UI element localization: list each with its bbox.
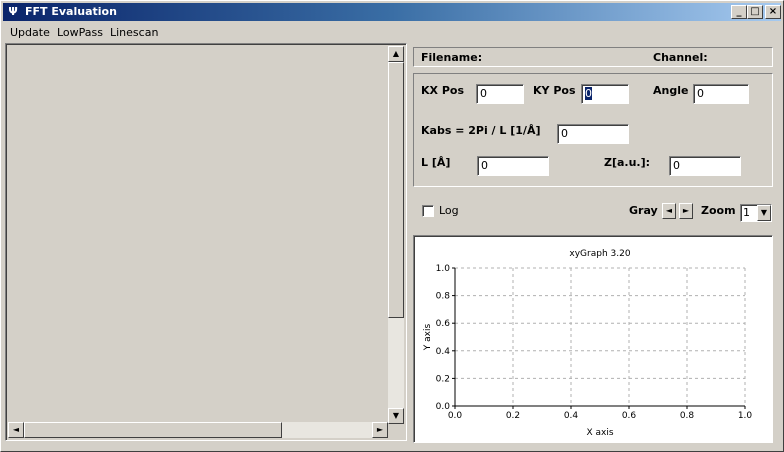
horizontal-scrollbar[interactable]: ◄ ►: [8, 422, 388, 438]
maximize-button[interactable]: □: [747, 5, 763, 19]
y-tick-label: 1.0: [436, 264, 451, 274]
horizontal-scroll-thumb[interactable]: [24, 422, 282, 438]
gray-label: Gray: [629, 204, 658, 217]
scroll-up-button[interactable]: ▲: [388, 46, 404, 62]
menu-bar: Update LowPass Linescan: [3, 23, 781, 41]
gray-decrease-button[interactable]: ◄: [662, 203, 676, 219]
app-icon: Ψ: [8, 5, 18, 18]
menu-lowpass[interactable]: LowPass: [57, 26, 103, 39]
parameters-group: KX Pos 0 KY Pos 0 Angle 0 Kabs = 2Pi / L…: [413, 73, 773, 187]
x-tick-label: 0.2: [506, 411, 520, 421]
x-axis-label: X axis: [586, 428, 613, 438]
title-bar[interactable]: Ψ FFT Evaluation _ □ ×: [3, 3, 781, 21]
y-tick-label: 0.4: [436, 347, 451, 357]
chart-title: xyGraph 3.20: [569, 249, 630, 259]
angle-label: Angle: [653, 84, 689, 97]
zoom-select[interactable]: 1 ▼: [740, 204, 772, 222]
z-field[interactable]: 0: [669, 156, 741, 176]
x-tick-label: 1.0: [738, 411, 753, 421]
chart-svg: 0.0 0.2 0.4 0.6 0.8 1.0 0.0 0.2 0.4 0.6 0.8 1.0 xyGr…: [423, 249, 753, 438]
angle-field[interactable]: 0: [693, 84, 749, 104]
kx-pos-label: KX Pos: [421, 84, 465, 97]
y-tick-label: 0.8: [436, 292, 451, 302]
scroll-down-button[interactable]: ▼: [388, 408, 404, 424]
filename-label: Filename:: [421, 51, 483, 64]
vertical-scroll-thumb[interactable]: [388, 62, 404, 318]
l-field[interactable]: 0: [477, 156, 549, 176]
close-button[interactable]: ×: [765, 5, 781, 19]
kx-pos-field[interactable]: 0: [476, 84, 524, 104]
minimize-button[interactable]: _: [731, 5, 747, 19]
window-title: FFT Evaluation: [25, 5, 117, 18]
xy-graph[interactable]: 0.0 0.2 0.4 0.6 0.8 1.0 0.0 0.2 0.4 0.6 0.8 1.0 xyGr…: [413, 235, 773, 443]
gray-increase-button[interactable]: ►: [679, 203, 693, 219]
ky-pos-field[interactable]: 0: [581, 84, 629, 104]
menu-update[interactable]: Update: [10, 26, 50, 39]
y-axis-label: Y axis: [423, 323, 433, 351]
x-tick-label: 0.0: [448, 411, 463, 421]
menu-linescan[interactable]: Linescan: [110, 26, 158, 39]
scroll-left-button[interactable]: ◄: [8, 422, 24, 438]
x-tick-label: 0.4: [564, 411, 579, 421]
x-tick-label: 0.6: [622, 411, 637, 421]
log-label: Log: [439, 204, 459, 217]
ky-pos-value: 0: [585, 87, 592, 100]
scroll-right-button[interactable]: ►: [372, 422, 388, 438]
ky-pos-label: KY Pos: [533, 84, 576, 97]
zoom-value: 1: [743, 206, 750, 219]
fft-evaluation-window: Ψ FFT Evaluation _ □ × Update LowPass Li…: [0, 0, 784, 452]
x-tick-label: 0.8: [680, 411, 695, 421]
file-info-bar: Filename: Channel:: [413, 47, 773, 67]
zoom-label: Zoom: [701, 204, 736, 217]
y-tick-label: 0.0: [436, 402, 451, 412]
kabs-label: Kabs = 2Pi / L [1/Å]: [421, 124, 541, 137]
log-checkbox[interactable]: [422, 205, 434, 217]
y-tick-label: 0.6: [436, 319, 451, 329]
vertical-scrollbar[interactable]: ▲ ▼: [388, 46, 404, 424]
y-tick-label: 0.2: [436, 374, 450, 384]
kabs-field[interactable]: 0: [557, 124, 629, 144]
z-label: Z[a.u.]:: [604, 156, 651, 169]
l-label: L [Å]: [421, 156, 451, 169]
image-view-panel[interactable]: ▲ ▼ ◄ ►: [5, 43, 407, 441]
chevron-down-icon[interactable]: ▼: [757, 205, 771, 221]
channel-label: Channel:: [653, 51, 708, 64]
